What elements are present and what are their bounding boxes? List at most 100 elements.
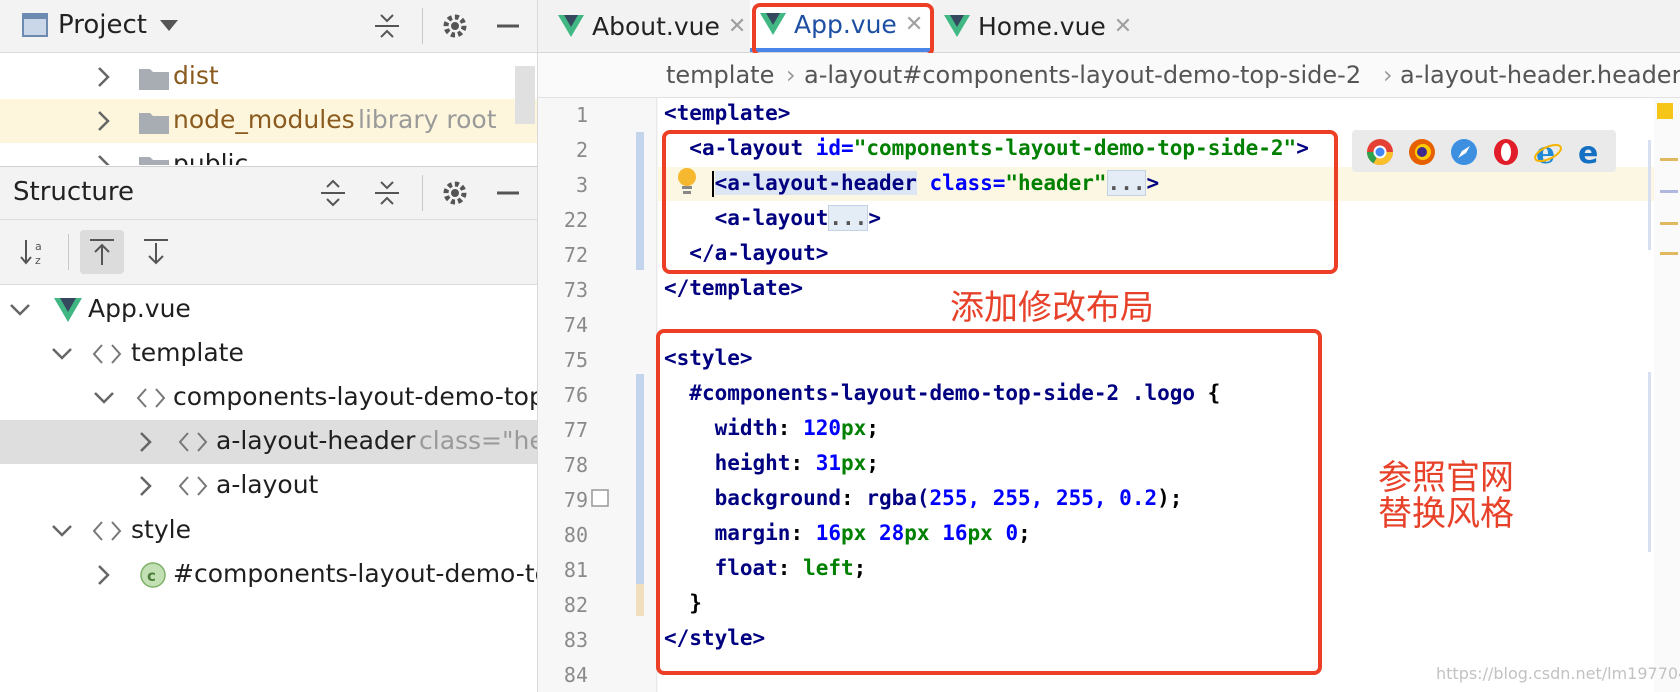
settings-button[interactable] <box>437 175 473 211</box>
safari-icon[interactable] <box>1450 138 1478 166</box>
chrome-icon[interactable] <box>1366 138 1394 166</box>
chevron-right-icon[interactable] <box>92 109 116 133</box>
line-number: 22 <box>563 208 588 232</box>
structure-toolbar: a z <box>0 220 537 285</box>
error-stripe-marker <box>1660 158 1678 161</box>
chevron-down-icon[interactable] <box>50 519 74 543</box>
show-fields-button[interactable] <box>138 234 174 270</box>
svg-text:c: c <box>147 567 156 585</box>
change-marker <box>636 132 644 270</box>
show-inherited-button[interactable] <box>80 230 124 274</box>
expand-all-button[interactable] <box>315 175 351 211</box>
line-number: 74 <box>563 313 588 337</box>
tab-home-vue[interactable]: Home.vue ✕ <box>944 0 1132 52</box>
breadcrumb: template › a-layout#components-layout-de… <box>538 53 1680 98</box>
style-highlight-box <box>656 329 1322 675</box>
chevron-right-icon[interactable] <box>92 563 116 587</box>
structure-item-app-vue[interactable]: App.vue <box>0 288 537 332</box>
change-marker <box>1648 372 1651 552</box>
line-number: 75 <box>563 348 588 372</box>
gear-icon <box>443 14 467 38</box>
line-number: 78 <box>563 453 588 477</box>
opera-icon[interactable] <box>1492 138 1520 166</box>
collapse-all-button[interactable] <box>369 175 405 211</box>
chevron-right-icon[interactable] <box>134 474 158 498</box>
internet-explorer-icon[interactable]: e <box>1534 138 1562 166</box>
chevron-down-icon[interactable] <box>50 342 74 366</box>
gear-icon <box>443 181 467 205</box>
line-number: 83 <box>563 628 588 652</box>
code-line[interactable]: <template> <box>664 101 790 125</box>
chevron-down-icon[interactable] <box>92 386 116 410</box>
vue-file-icon <box>54 298 82 322</box>
breadcrumb-item[interactable]: a-layout-header.header <box>1400 61 1680 89</box>
vue-file-icon <box>558 15 584 37</box>
change-marker <box>636 374 644 584</box>
line-number: 80 <box>563 523 588 547</box>
error-stripe-marker <box>1660 252 1678 255</box>
structure-panel-title: Structure <box>13 177 134 207</box>
inspection-status-icon[interactable] <box>1657 103 1673 119</box>
hide-panel-button[interactable] <box>490 175 526 211</box>
project-panel-title[interactable]: Project <box>58 10 147 40</box>
tag-icon <box>92 521 122 541</box>
breadcrumb-item[interactable]: a-layout#components-layout-demo-top-side… <box>804 61 1361 89</box>
structure-item-a-layout[interactable]: a-layout <box>0 464 537 508</box>
change-marker <box>636 584 644 616</box>
change-marker <box>1648 140 1651 250</box>
folder-icon <box>139 157 169 165</box>
chevron-right-icon[interactable] <box>92 65 116 89</box>
line-number: 2 <box>575 138 588 162</box>
close-tab-icon[interactable]: ✕ <box>728 14 746 39</box>
tag-icon <box>92 344 122 364</box>
vue-file-icon <box>944 15 970 37</box>
structure-item-style[interactable]: style <box>0 509 537 553</box>
annotation-layout: 添加修改布局 <box>950 288 1154 328</box>
minimize-icon <box>497 191 519 195</box>
editor-area: About.vue ✕ App.vue ✕ Home.vue ✕ templat… <box>538 0 1680 692</box>
line-number: 3 <box>575 173 588 197</box>
edge-icon[interactable]: e <box>1576 138 1604 166</box>
line-number: 84 <box>563 663 588 687</box>
settings-button[interactable] <box>437 8 473 44</box>
annotation-style: 参照官网 替换风格 <box>1378 458 1514 534</box>
editor-scrollbar[interactable] <box>1654 98 1680 692</box>
line-number: 82 <box>563 593 588 617</box>
chevron-right-icon[interactable] <box>134 430 158 454</box>
collapse-all-button[interactable] <box>369 8 405 44</box>
color-swatch-icon[interactable] <box>591 489 609 507</box>
arrow-up-icon <box>90 239 114 265</box>
project-item-node-modules[interactable]: node_modules library root <box>0 99 537 143</box>
chevron-right-icon[interactable] <box>92 153 116 165</box>
minimize-icon <box>497 24 519 28</box>
expand-all-icon <box>321 179 345 207</box>
structure-panel-header: Structure <box>0 166 537 220</box>
structure-item-a-layout-header[interactable]: a-layout-header class="he <box>0 420 537 464</box>
sort-alphabetically-button[interactable]: a z <box>16 234 52 270</box>
collapse-all-icon <box>375 14 399 38</box>
structure-item-css-rule[interactable]: c #components-layout-demo-to <box>0 553 537 597</box>
svg-text:e: e <box>1578 138 1598 166</box>
firefox-icon[interactable] <box>1408 138 1436 166</box>
tab-about-vue[interactable]: About.vue ✕ <box>558 0 746 52</box>
collapse-all-icon <box>375 181 399 205</box>
svg-text:a: a <box>35 240 42 253</box>
line-number: 81 <box>563 558 588 582</box>
tag-icon <box>136 388 166 408</box>
project-item-dist[interactable]: dist <box>0 55 537 99</box>
chevron-down-icon[interactable] <box>160 20 178 32</box>
template-highlight-box <box>662 130 1338 274</box>
project-item-public[interactable]: public <box>0 143 537 165</box>
left-tool-window: Project dist node_modules library root p… <box>0 0 538 692</box>
breadcrumb-item[interactable]: template <box>666 61 774 89</box>
structure-item-template[interactable]: template <box>0 332 537 376</box>
close-tab-icon[interactable]: ✕ <box>1114 14 1132 39</box>
project-scrollbar[interactable] <box>515 66 535 124</box>
code-line[interactable]: </template> <box>664 276 803 300</box>
error-stripe-marker <box>1660 190 1678 193</box>
chevron-down-icon[interactable] <box>8 298 32 322</box>
arrow-down-icon <box>144 239 168 265</box>
structure-item-components-layout[interactable]: components-layout-demo-top <box>0 376 537 420</box>
hide-panel-button[interactable] <box>490 8 526 44</box>
editor-tab-bar: About.vue ✕ App.vue ✕ Home.vue ✕ <box>538 0 1680 53</box>
